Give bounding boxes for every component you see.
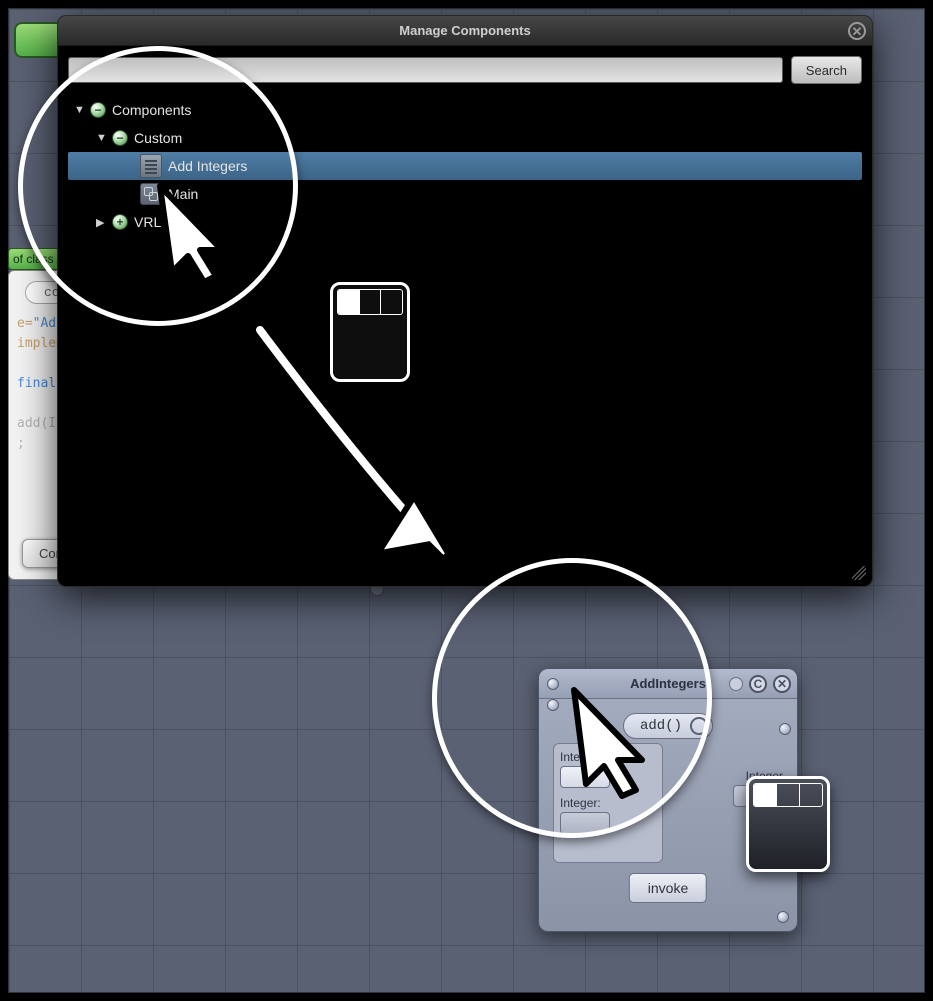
tree-node-components[interactable]: ▼ Components xyxy=(68,96,862,124)
ring-icon xyxy=(690,717,708,735)
node-port-icon[interactable] xyxy=(777,911,789,923)
node-port-icon[interactable] xyxy=(547,699,559,711)
integer-input-1[interactable] xyxy=(560,766,610,788)
component-tree[interactable]: ▼ Components ▼ Custom Add Integers Main … xyxy=(58,92,872,586)
inputs-panel: Integer: Integer: xyxy=(553,743,663,863)
dialog-titlebar[interactable]: Manage Components ✕ xyxy=(58,16,872,46)
input-label: Integer: xyxy=(560,750,656,764)
integer-input-2[interactable] xyxy=(560,812,610,834)
expand-icon[interactable] xyxy=(112,214,128,230)
collapse-icon[interactable] xyxy=(90,102,106,118)
method-selector[interactable]: add() xyxy=(623,713,713,739)
invoke-button[interactable]: invoke xyxy=(629,873,707,903)
collapse-icon[interactable] xyxy=(112,130,128,146)
background-node-tab xyxy=(14,22,64,58)
drag-preview-thumbnail xyxy=(746,776,830,872)
manage-components-dialog: Manage Components ✕ Search ▼ Components … xyxy=(58,16,872,586)
input-label: Integer: xyxy=(560,796,656,810)
resize-grip-icon[interactable] xyxy=(852,566,866,580)
tree-node-add-integers[interactable]: Add Integers xyxy=(68,152,862,180)
caret-down-icon[interactable]: ▼ xyxy=(96,132,106,144)
node-title: AddIntegers xyxy=(630,676,706,691)
node-titlebar[interactable]: AddIntegers C ✕ xyxy=(539,669,797,699)
document-icon xyxy=(140,154,162,178)
node-port-icon[interactable] xyxy=(729,677,743,691)
search-button[interactable]: Search xyxy=(791,56,862,84)
tree-node-vrl[interactable]: ▶ VRL xyxy=(68,208,862,236)
caret-right-icon[interactable]: ▶ xyxy=(96,216,106,229)
tree-label: Main xyxy=(168,186,198,202)
dialog-title: Manage Components xyxy=(399,23,530,38)
node-port-icon[interactable] xyxy=(779,723,791,735)
node-close-icon[interactable]: ✕ xyxy=(773,675,791,693)
drag-preview-thumbnail xyxy=(330,282,410,382)
tree-node-main[interactable]: Main xyxy=(68,180,862,208)
tree-label: Components xyxy=(112,102,191,118)
method-label: add() xyxy=(640,718,682,734)
tree-label: VRL xyxy=(134,214,161,230)
node-copy-icon[interactable]: C xyxy=(749,675,767,693)
node-port-icon[interactable] xyxy=(547,678,559,690)
graph-icon xyxy=(140,183,162,205)
caret-down-icon[interactable]: ▼ xyxy=(74,104,84,116)
close-icon[interactable]: ✕ xyxy=(848,22,866,40)
tree-node-custom[interactable]: ▼ Custom xyxy=(68,124,862,152)
tree-label: Custom xyxy=(134,130,182,146)
tree-label: Add Integers xyxy=(168,158,247,174)
search-input[interactable] xyxy=(68,57,783,83)
